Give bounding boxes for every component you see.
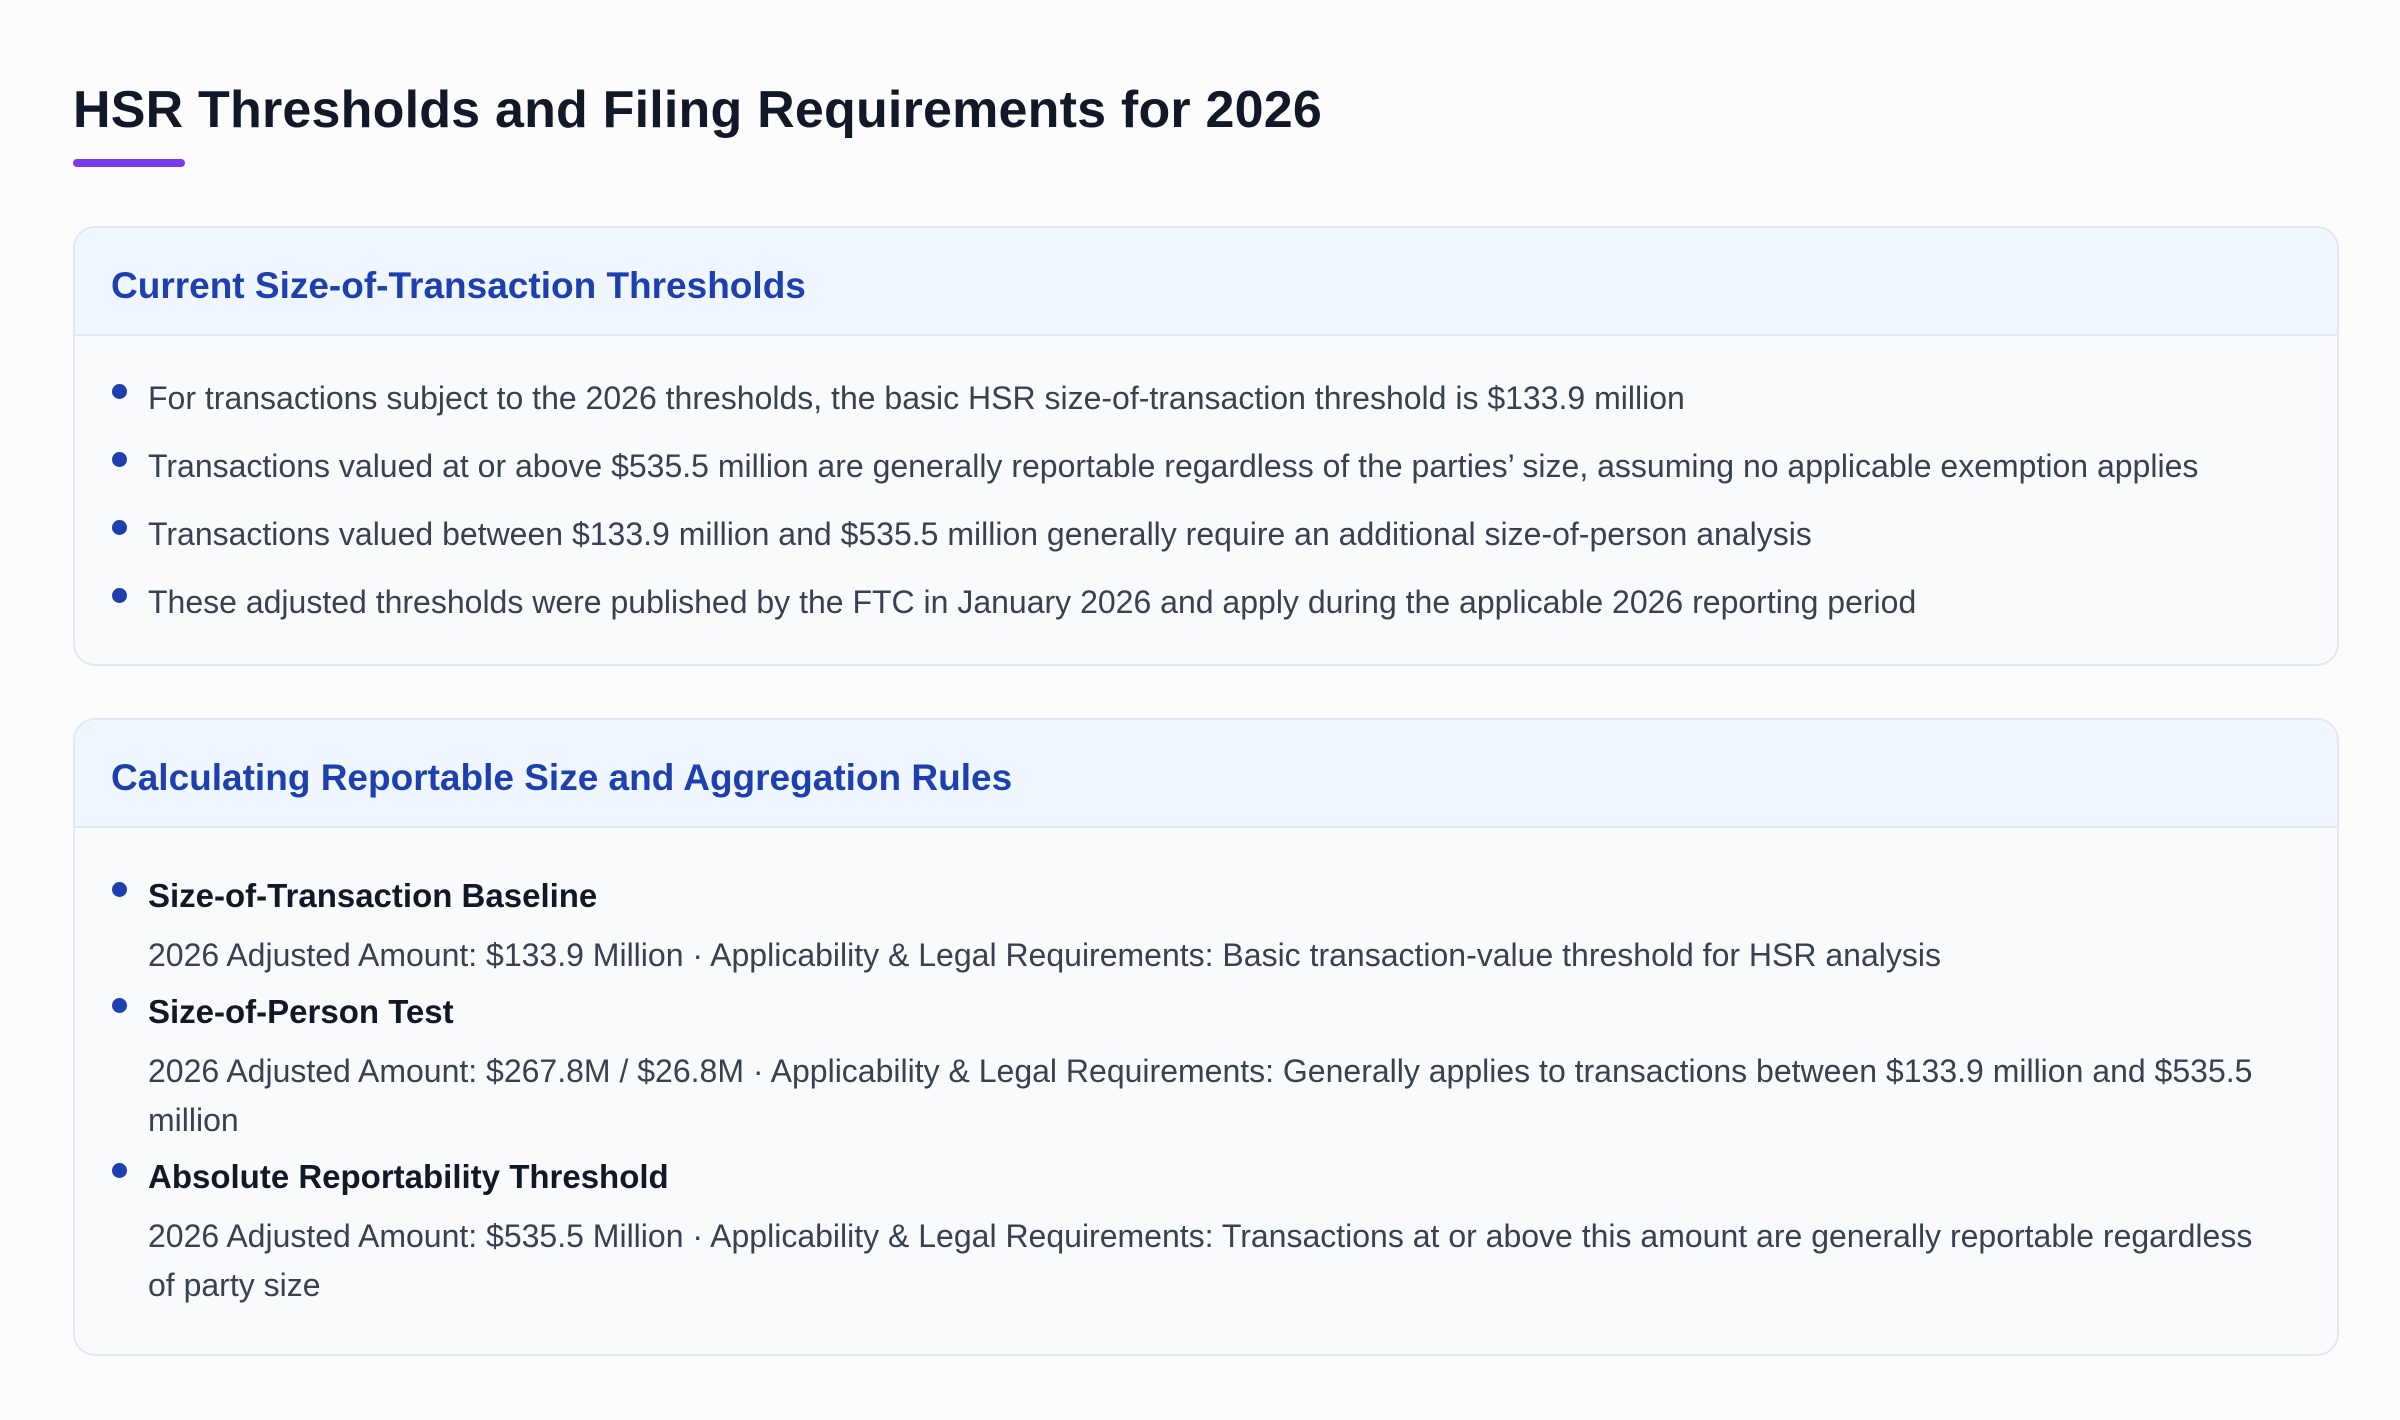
list-item: For transactions subject to the 2026 thr…: [75, 378, 2337, 418]
rules-card: Calculating Reportable Size and Aggregat…: [73, 718, 2339, 1356]
rule-name: Size-of-Person Test: [148, 993, 454, 1030]
thresholds-card-header: Current Size-of-Transaction Thresholds: [75, 228, 2337, 336]
list-item-text: These adjusted thresholds were published…: [148, 584, 1917, 620]
rules-list: Size-of-Transaction Baseline 2026 Adjust…: [75, 828, 2337, 1310]
title-underline: [73, 159, 185, 167]
list-item-text: Transactions valued at or above $535.5 m…: [148, 448, 2199, 484]
bullet-icon: [112, 384, 127, 399]
list-item: These adjusted thresholds were published…: [75, 582, 2337, 622]
list-item: Transactions valued between $133.9 milli…: [75, 514, 2337, 554]
page: HSR Thresholds and Filing Requirements f…: [0, 0, 2400, 1420]
bullet-icon: [112, 882, 127, 897]
rule-name: Size-of-Transaction Baseline: [148, 877, 598, 914]
thresholds-card: Current Size-of-Transaction Thresholds F…: [73, 226, 2339, 666]
rule-description: 2026 Adjusted Amount: $267.8M / $26.8M ·…: [148, 1053, 2253, 1138]
bullet-icon: [112, 588, 127, 603]
bullet-icon: [112, 452, 127, 467]
rule-name: Absolute Reportability Threshold: [148, 1158, 669, 1195]
thresholds-list: For transactions subject to the 2026 thr…: [75, 336, 2337, 622]
list-item: Absolute Reportability Threshold 2026 Ad…: [75, 1157, 2337, 1310]
bullet-icon: [112, 1163, 127, 1178]
rules-card-header: Calculating Reportable Size and Aggregat…: [75, 720, 2337, 828]
thresholds-heading: Current Size-of-Transaction Thresholds: [111, 265, 806, 306]
page-title: HSR Thresholds and Filing Requirements f…: [73, 81, 1322, 139]
list-item-text: Transactions valued between $133.9 milli…: [148, 516, 1812, 552]
list-item: Size-of-Person Test 2026 Adjusted Amount…: [75, 992, 2337, 1145]
list-item-text: For transactions subject to the 2026 thr…: [148, 380, 1685, 416]
bullet-icon: [112, 520, 127, 535]
rule-description: 2026 Adjusted Amount: $535.5 Million · A…: [148, 1218, 2253, 1303]
rules-heading: Calculating Reportable Size and Aggregat…: [111, 757, 1013, 798]
list-item: Transactions valued at or above $535.5 m…: [75, 446, 2337, 486]
bullet-icon: [112, 998, 127, 1013]
list-item: Size-of-Transaction Baseline 2026 Adjust…: [75, 876, 2337, 980]
rule-description: 2026 Adjusted Amount: $133.9 Million · A…: [148, 937, 1941, 973]
